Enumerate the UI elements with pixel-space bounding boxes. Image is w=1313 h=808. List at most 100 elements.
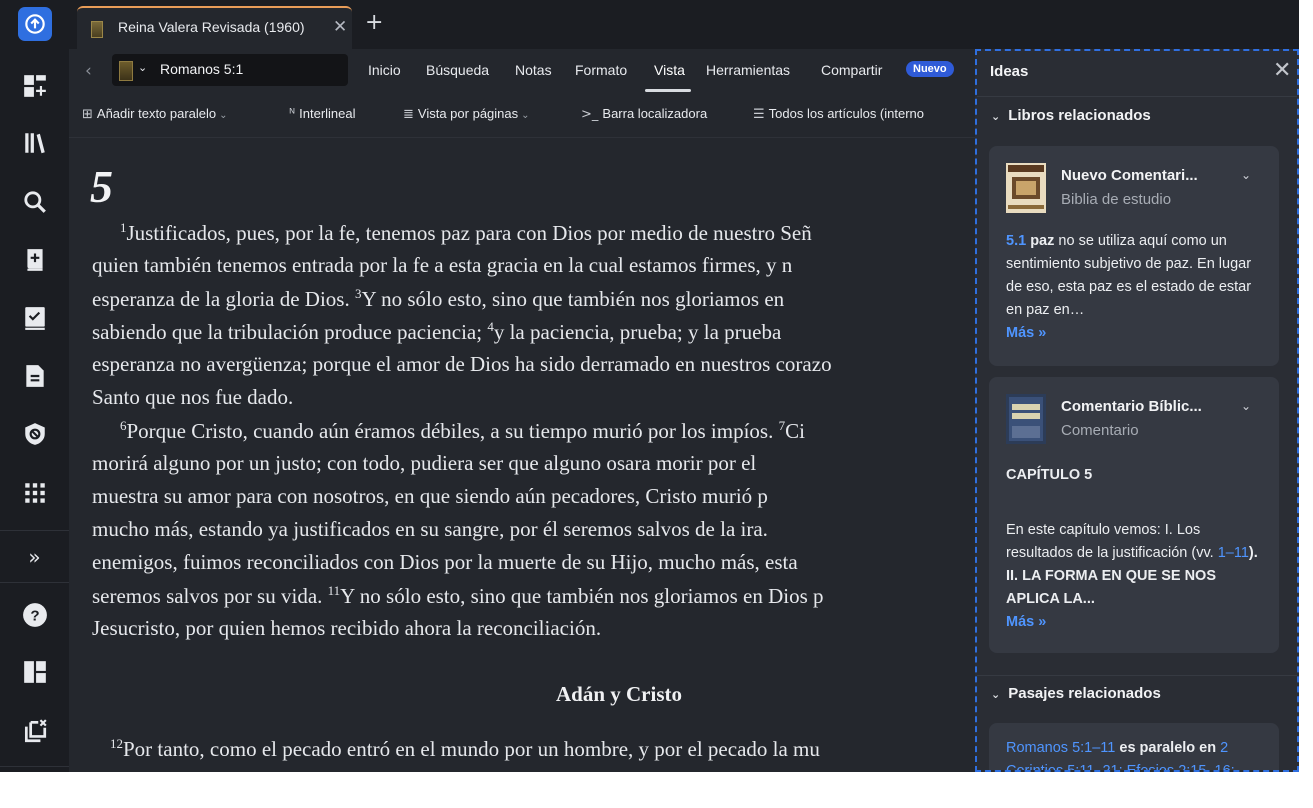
chevron-down-icon: ⌄ — [219, 110, 228, 121]
apps-grid-icon[interactable] — [17, 475, 53, 511]
document-icon[interactable] — [17, 358, 53, 394]
chevron-down-icon[interactable]: ⌄ — [138, 61, 147, 74]
divider — [977, 96, 1297, 97]
active-menu-indicator — [645, 89, 691, 92]
button-label: Todos los artículos (interno — [768, 106, 925, 121]
interlinear-button[interactable]: ᴺ Interlineal — [289, 106, 356, 122]
book-excerpt: 5.1 paz no se utiliza aquí como un senti… — [1006, 230, 1268, 345]
all-articles-button[interactable]: ☰ Todos los artículos (interno — [753, 106, 924, 122]
text-line: morirá alguno por un justo; con todo, pu… — [92, 451, 756, 476]
chevron-down-icon: ⌄ — [991, 110, 1001, 123]
shield-icon[interactable] — [17, 416, 53, 452]
book-category: Biblia de estudio — [1061, 191, 1172, 208]
new-badge[interactable]: Nuevo — [906, 61, 954, 77]
library-icon[interactable] — [17, 125, 53, 161]
tab-strip: Reina Valera Revisada (1960) ✕ + — [69, 0, 1299, 49]
book-cover-icon — [1006, 163, 1046, 213]
interlinear-icon: ᴺ — [289, 107, 296, 122]
menu-vista[interactable]: Vista — [654, 62, 685, 78]
menu-busqueda[interactable]: Búsqueda — [426, 62, 489, 78]
verse-text: muestra su amor para con nosotros, en qu… — [92, 484, 768, 508]
svg-text:?: ? — [30, 607, 39, 624]
bible-text-pane[interactable]: 5 1Justificados, pues, por la fe, tenemo… — [69, 138, 958, 772]
layouts-icon[interactable] — [17, 654, 53, 690]
menu-formato[interactable]: Formato — [575, 62, 627, 78]
text-line: 1Justificados, pues, por la fe, tenemos … — [120, 220, 812, 246]
text-line: Santo que nos fue dado. — [92, 385, 293, 410]
more-link[interactable]: Más » — [1006, 614, 1046, 630]
text-line: muestra su amor para con nosotros, en qu… — [92, 484, 768, 509]
rail-divider — [0, 582, 69, 583]
verse-text: Santo que nos fue dado. — [92, 385, 294, 409]
more-link[interactable]: Más » — [1006, 325, 1046, 341]
bible-add-icon[interactable] — [17, 242, 53, 278]
verse-text: Y no sólo esto, sino que también nos glo… — [361, 287, 785, 311]
text-line: quien también tenemos entrada por la fe … — [92, 253, 792, 278]
passage-link[interactable]: Corintios 5:11–21; Efesios 2:15–16; — [1006, 763, 1235, 770]
related-passages-toggle[interactable]: ⌄ Pasajes relacionados — [991, 685, 1161, 702]
ideas-panel: Ideas ✕ ⌄ Libros relacionados Nuevo Comen… — [975, 49, 1299, 772]
verse-link[interactable]: 5.1 — [1006, 233, 1026, 249]
terminal-icon: >_ — [581, 107, 599, 122]
rail-divider — [0, 530, 69, 531]
section-label: Pasajes relacionados — [1008, 685, 1161, 702]
menu-herramientas[interactable]: Herramientas — [706, 62, 790, 78]
back-arrow-icon[interactable]: ‹ — [85, 61, 92, 81]
related-passage-card[interactable]: Romanos 5:1–11 es paralelo en 2 Corintio… — [989, 723, 1279, 770]
chevron-down-icon[interactable]: ⌄ — [1241, 168, 1251, 182]
verse-text: Por tanto, como el pecado entró en el mu… — [123, 737, 820, 761]
verse-text: y la paciencia, prueba; y la prueba — [493, 320, 782, 344]
reference-box[interactable]: ⌄ Romanos 5:1 — [112, 54, 348, 86]
book-title: Nuevo Comentari... — [1061, 167, 1198, 184]
close-tab-icon[interactable]: ✕ — [333, 17, 347, 37]
text-line: esperanza no avergüenza; porque el amor … — [92, 352, 832, 377]
verse-text: sabiendo que la tribulación produce paci… — [92, 320, 488, 344]
reading-plan-icon[interactable] — [17, 300, 53, 336]
close-panel-icon[interactable]: ✕ — [1273, 58, 1291, 83]
new-tab-button[interactable]: + — [365, 10, 383, 35]
pages-icon: ≣ — [403, 107, 414, 122]
section-label: Libros relacionados — [1008, 107, 1151, 124]
verse-link[interactable]: 1–11 — [1218, 545, 1249, 561]
book-title: Comentario Bíblic... — [1061, 398, 1202, 415]
dashboard-add-icon[interactable] — [17, 68, 53, 104]
menu-compartir[interactable]: Compartir — [821, 62, 882, 78]
app-window: » ? Reina Valera Revisada (1960) ✕ + ‹ ⌄… — [0, 0, 1299, 772]
chapter-number: 5 — [90, 161, 113, 212]
chapter-heading: CAPÍTULO 5 — [1006, 467, 1093, 483]
menu-inicio[interactable]: Inicio — [368, 62, 401, 78]
rail-divider — [0, 766, 69, 767]
help-icon[interactable]: ? — [17, 597, 53, 633]
page-view-button[interactable]: ≣ Vista por páginas ⌄ — [403, 106, 530, 122]
menu-notas[interactable]: Notas — [515, 62, 552, 78]
close-panels-icon[interactable] — [17, 713, 53, 749]
text-line: esperanza de la gloria de Dios. 3Y no só… — [92, 286, 784, 312]
book-cover-icon — [91, 21, 103, 38]
button-label: Interlineal — [299, 106, 356, 121]
locator-bar-button[interactable]: >_ Barra localizadora — [581, 106, 707, 122]
passage-link[interactable]: 2 — [1220, 740, 1228, 756]
verse-text: Y no sólo esto, sino que también nos glo… — [340, 584, 824, 608]
panel-title: Ideas — [990, 63, 1029, 80]
verse-number[interactable]: 12 — [110, 736, 123, 751]
tab-reina-valera[interactable]: Reina Valera Revisada (1960) ✕ — [77, 6, 352, 49]
related-book-card[interactable]: Comentario Bíblic... Comentario ⌄ CAPÍTU… — [989, 377, 1279, 653]
logos-home-icon[interactable] — [18, 7, 52, 41]
related-book-card[interactable]: Nuevo Comentari... Biblia de estudio ⌄ 5… — [989, 146, 1279, 366]
related-books-toggle[interactable]: ⌄ Libros relacionados — [991, 107, 1151, 124]
expand-rail-icon[interactable]: » — [0, 545, 69, 569]
chevron-down-icon: ⌄ — [521, 110, 530, 121]
reference-input[interactable]: Romanos 5:1 — [160, 61, 243, 77]
verse-text: Porque Cristo, cuando aún éramos débiles… — [126, 419, 779, 443]
passage-link[interactable]: Romanos 5:1–11 — [1006, 740, 1115, 756]
verse-number[interactable]: 11 — [328, 583, 341, 598]
add-parallel-text-button[interactable]: ⊞ Añadir texto paralelo ⌄ — [82, 106, 228, 122]
text-line: mucho más, estando ya justificados en su… — [92, 517, 768, 542]
button-label: Vista por páginas — [417, 106, 519, 121]
chevron-down-icon[interactable]: ⌄ — [1241, 399, 1251, 413]
tab-title: Reina Valera Revisada (1960) — [118, 19, 305, 35]
text-line: enemigos, fuimos reconciliados con Dios … — [92, 550, 798, 575]
excerpt-text: En este capítulo vemos: I. Los resultado… — [1006, 522, 1214, 561]
divider — [977, 675, 1297, 676]
search-icon[interactable] — [17, 184, 53, 220]
